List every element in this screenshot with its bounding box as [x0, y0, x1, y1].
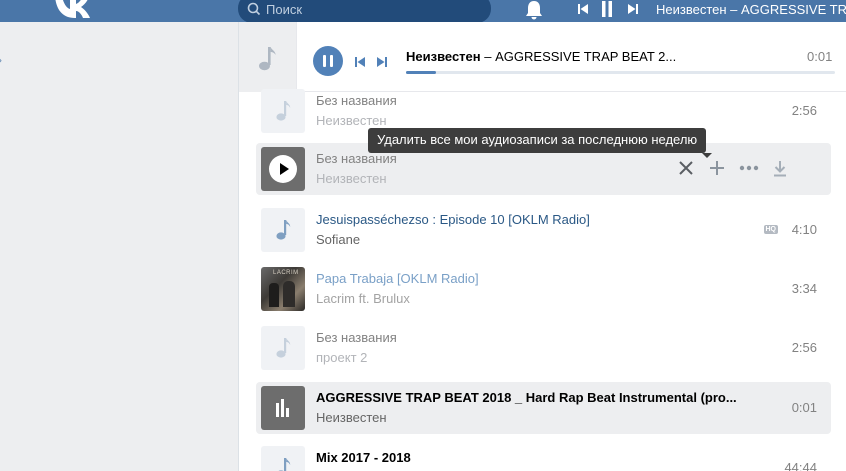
header-prev-icon[interactable]: [577, 3, 589, 15]
track-row[interactable]: Без названия проект 2 2:56: [256, 322, 831, 374]
track-artist[interactable]: Неизвестен: [316, 171, 387, 186]
equalizer-icon: [276, 399, 290, 417]
track-row[interactable]: Jesuispasséchezso : Episode 10 [OKLM Rad…: [256, 204, 831, 256]
prev-track-icon[interactable]: [354, 56, 366, 68]
progress-bar[interactable]: [406, 71, 835, 74]
search-input[interactable]: [266, 0, 466, 18]
track-duration: 3:34: [791, 281, 817, 296]
track-actions: [678, 160, 813, 180]
track-artist[interactable]: Неизвестен: [316, 113, 387, 128]
download-icon[interactable]: [773, 160, 787, 178]
audio-panel: Неизвестен – AGGRESSIVE TRAP BEAT 2... 0…: [238, 22, 846, 471]
track-cover[interactable]: [261, 208, 305, 252]
track-title[interactable]: AGGRESSIVE TRAP BEAT 2018 _ Hard Rap Bea…: [316, 390, 737, 405]
audio-player: Неизвестен – AGGRESSIVE TRAP BEAT 2... 0…: [239, 22, 846, 92]
header-next-icon[interactable]: [627, 3, 639, 15]
track-artist[interactable]: Неизвестен: [316, 410, 387, 425]
player-title: AGGRESSIVE TRAP BEAT 2...: [495, 49, 677, 64]
track-title[interactable]: Без названия: [316, 151, 397, 166]
album-art-text: LACRIM: [273, 270, 299, 276]
track-cover[interactable]: [261, 446, 305, 471]
track-duration: 0:01: [791, 400, 817, 415]
track-cover[interactable]: [261, 147, 305, 191]
header-now-playing[interactable]: Неизвестен – AGGRESSIVE TRAP BEAT: [656, 2, 846, 17]
more-icon[interactable]: [739, 162, 759, 174]
track-artist[interactable]: Sofiane: [316, 232, 360, 247]
track-cover[interactable]: [261, 386, 305, 430]
player-separator: –: [480, 49, 496, 64]
track-artist[interactable]: проект 2: [316, 350, 367, 365]
track-row[interactable]: Mix 2017 - 2018 44:44: [256, 442, 831, 471]
left-sidebar: ›: [0, 22, 238, 471]
player-track-title[interactable]: Неизвестен – AGGRESSIVE TRAP BEAT 2...: [406, 49, 676, 64]
vk-logo-icon[interactable]: [52, 0, 94, 20]
player-cover: [239, 22, 297, 92]
delete-icon[interactable]: [678, 160, 694, 176]
pause-button[interactable]: [313, 46, 343, 76]
progress-fill: [406, 71, 437, 74]
track-duration: 2:56: [791, 103, 817, 118]
hq-badge: HQ: [763, 225, 778, 234]
track-title[interactable]: Без названия: [316, 330, 397, 345]
music-note-icon: [276, 220, 291, 240]
bell-icon[interactable]: [523, 0, 545, 20]
search-icon: [247, 2, 261, 16]
track-row-current[interactable]: AGGRESSIVE TRAP BEAT 2018 _ Hard Rap Bea…: [256, 382, 831, 434]
track-duration: 2:56: [791, 340, 817, 355]
track-cover[interactable]: [261, 89, 305, 133]
music-note-icon: [276, 338, 291, 358]
track-title[interactable]: Papa Trabaja [OKLM Radio]: [316, 271, 479, 286]
track-duration: 4:10: [791, 222, 817, 237]
track-row[interactable]: LACRIM Papa Trabaja [OKLM Radio] Lacrim …: [256, 263, 831, 315]
chevron-right-icon[interactable]: ›: [0, 53, 2, 67]
tooltip-arrow: [702, 153, 712, 158]
delete-tooltip: Удалить все мои аудиозаписи за последнюю…: [368, 128, 712, 158]
add-icon[interactable]: [709, 160, 725, 176]
music-note-icon: [259, 47, 276, 71]
search-box[interactable]: [238, 0, 491, 22]
track-title[interactable]: Jesuispasséchezso : Episode 10 [OKLM Rad…: [316, 212, 590, 227]
track-artist[interactable]: Lacrim ft. Brulux: [316, 291, 410, 306]
music-note-icon: [278, 458, 291, 471]
tooltip-text: Удалить все мои аудиозаписи за последнюю…: [377, 132, 698, 147]
album-art[interactable]: LACRIM: [261, 267, 305, 311]
header-pause-icon[interactable]: [600, 0, 614, 18]
play-button[interactable]: [269, 155, 297, 183]
player-artist[interactable]: Неизвестен: [406, 49, 481, 64]
next-track-icon[interactable]: [376, 56, 388, 68]
track-title[interactable]: Mix 2017 - 2018: [316, 450, 411, 465]
track-title[interactable]: Без названия: [316, 93, 397, 108]
music-note-icon: [276, 101, 291, 121]
track-cover[interactable]: [261, 326, 305, 370]
track-duration: 44:44: [784, 460, 817, 471]
player-time[interactable]: 0:01: [807, 49, 832, 64]
top-header: Неизвестен – AGGRESSIVE TRAP BEAT: [0, 0, 846, 22]
